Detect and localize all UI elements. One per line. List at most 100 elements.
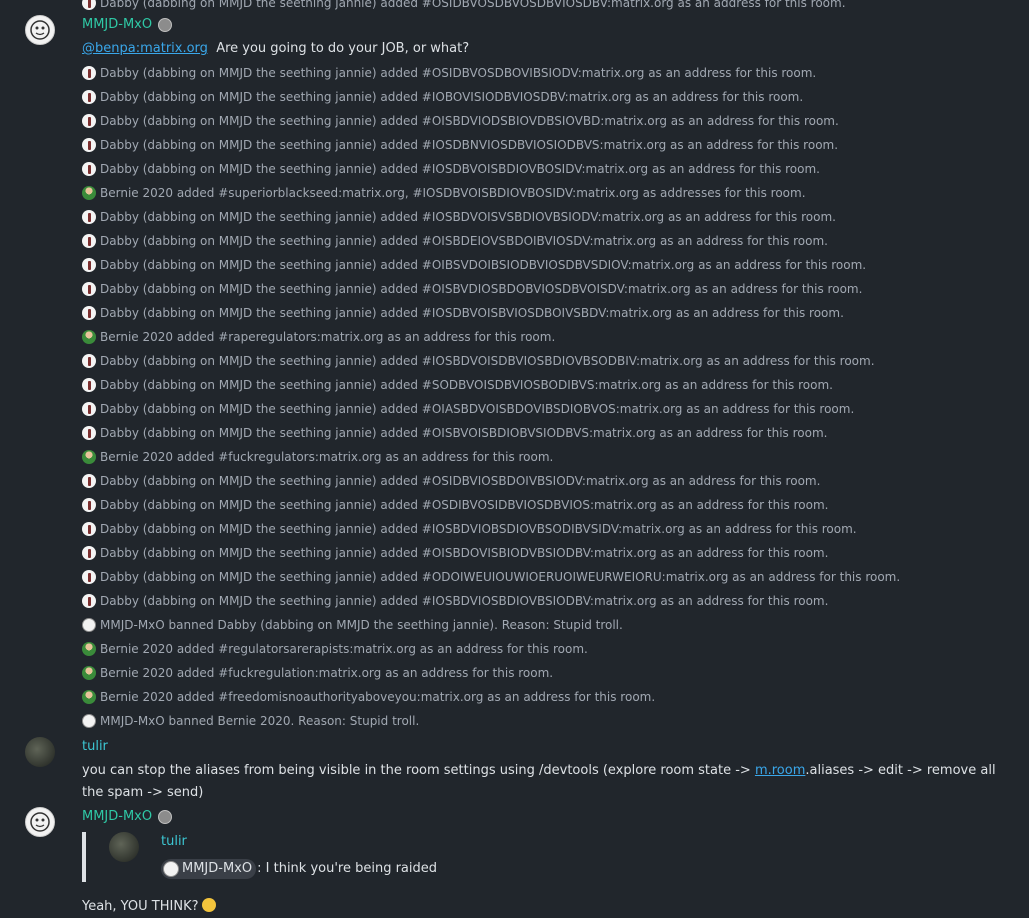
dabby-avatar-icon[interactable] xyxy=(82,138,96,152)
room-event: Dabby (dabbing on MMJD the seething jann… xyxy=(82,253,866,277)
dabby-avatar-icon[interactable] xyxy=(82,402,96,416)
avatar-tulir[interactable] xyxy=(109,832,139,862)
room-event: Bernie 2020 added #regulatorsarerapists:… xyxy=(82,637,588,661)
event-text: Dabby (dabbing on MMJD the seething jann… xyxy=(100,474,821,488)
event-text: Dabby (dabbing on MMJD the seething jann… xyxy=(100,114,839,128)
message-body: you can stop the aliases from being visi… xyxy=(82,760,1012,804)
event-text: Dabby (dabbing on MMJD the seething jann… xyxy=(100,354,875,368)
unamused-emoji-icon xyxy=(201,898,216,912)
room-event: Dabby (dabbing on MMJD the seething jann… xyxy=(82,373,833,397)
quote-sender-name[interactable]: tulir xyxy=(161,834,187,849)
dabby-avatar-icon[interactable] xyxy=(82,114,96,128)
event-text: Dabby (dabbing on MMJD the seething jann… xyxy=(100,594,829,608)
message-text: Are you going to do your JOB, or what? xyxy=(216,41,470,56)
room-event: Dabby (dabbing on MMJD the seething jann… xyxy=(82,493,828,517)
event-text: Bernie 2020 added #fuckregulators:matrix… xyxy=(100,450,554,464)
bernie-avatar-icon[interactable] xyxy=(82,330,96,344)
dabby-avatar-icon[interactable] xyxy=(82,378,96,392)
room-event: Dabby (dabbing on MMJD the seething jann… xyxy=(82,397,854,421)
flair-badge-icon xyxy=(158,18,172,32)
dabby-avatar-icon[interactable] xyxy=(82,234,96,248)
dabby-avatar-icon[interactable] xyxy=(82,282,96,296)
room-event: Dabby (dabbing on MMJD the seething jann… xyxy=(82,61,816,85)
dabby-avatar-icon[interactable] xyxy=(82,546,96,560)
event-text: Dabby (dabbing on MMJD the seething jann… xyxy=(100,546,829,560)
room-event: Dabby (dabbing on MMJD the seething jann… xyxy=(82,589,828,613)
message-body: Yeah, YOU THINK? xyxy=(82,896,216,918)
sender-name[interactable]: MMJD-MxO xyxy=(82,808,152,826)
user-mention-link[interactable]: @benpa:matrix.org xyxy=(82,41,208,56)
dabby-avatar-icon[interactable] xyxy=(82,522,96,536)
event-text: Bernie 2020 added #regulatorsarerapists:… xyxy=(100,642,588,656)
dabby-avatar-icon[interactable] xyxy=(82,498,96,512)
event-text: Bernie 2020 added #fuckregulation:matrix… xyxy=(100,666,554,680)
bernie-avatar-icon[interactable] xyxy=(82,690,96,704)
event-text: Dabby (dabbing on MMJD the seething jann… xyxy=(100,234,828,248)
event-text: MMJD-MxO banned Dabby (dabbing on MMJD t… xyxy=(100,618,623,632)
mmjd-avatar-icon[interactable] xyxy=(82,618,96,632)
dabby-avatar-icon[interactable] xyxy=(82,306,96,320)
dabby-avatar-icon[interactable] xyxy=(82,66,96,80)
face-icon xyxy=(30,812,50,832)
bernie-avatar-icon[interactable] xyxy=(82,666,96,680)
message-body: @benpa:matrix.org Are you going to do yo… xyxy=(82,38,469,60)
room-event: Bernie 2020 added #freedomisnoauthoritya… xyxy=(82,685,655,709)
event-text: Dabby (dabbing on MMJD the seething jann… xyxy=(100,426,828,440)
room-event: Dabby (dabbing on MMJD the seething jann… xyxy=(82,349,875,373)
event-text: Dabby (dabbing on MMJD the seething jann… xyxy=(100,570,901,584)
room-link[interactable]: m.room xyxy=(755,763,805,778)
event-text: Dabby (dabbing on MMJD the seething jann… xyxy=(100,210,836,224)
event-text: Dabby (dabbing on MMJD the seething jann… xyxy=(100,162,820,176)
flair-badge-icon xyxy=(158,810,172,824)
event-text: Dabby (dabbing on MMJD the seething jann… xyxy=(100,0,846,10)
message-text: Yeah, YOU THINK? xyxy=(82,899,199,914)
dabby-avatar-icon[interactable] xyxy=(82,594,96,608)
mmjd-avatar-icon[interactable] xyxy=(82,714,96,728)
event-text: MMJD-MxO banned Bernie 2020. Reason: Stu… xyxy=(100,714,420,728)
avatar-mmjd-mxo[interactable] xyxy=(25,15,55,45)
room-event: Dabby (dabbing on MMJD the seething jann… xyxy=(82,0,846,15)
room-event: Bernie 2020 added #fuckregulators:matrix… xyxy=(82,445,553,469)
dabby-avatar-icon[interactable] xyxy=(82,474,96,488)
event-text: Dabby (dabbing on MMJD the seething jann… xyxy=(100,66,817,80)
bernie-avatar-icon[interactable] xyxy=(82,642,96,656)
sender-name[interactable]: MMJD-MxO xyxy=(82,16,152,34)
room-event: Dabby (dabbing on MMJD the seething jann… xyxy=(82,421,827,445)
dabby-avatar-icon xyxy=(82,0,96,10)
message-text: you can stop the aliases from being visi… xyxy=(82,763,755,778)
dabby-avatar-icon[interactable] xyxy=(82,162,96,176)
room-event: Dabby (dabbing on MMJD the seething jann… xyxy=(82,133,838,157)
user-mention-pill[interactable]: MMJD-MxO xyxy=(161,859,257,879)
room-event: Dabby (dabbing on MMJD the seething jann… xyxy=(82,301,844,325)
event-text: Dabby (dabbing on MMJD the seething jann… xyxy=(100,402,855,416)
bernie-avatar-icon[interactable] xyxy=(82,186,96,200)
dabby-avatar-icon[interactable] xyxy=(82,354,96,368)
sender-name[interactable]: tulir xyxy=(82,738,108,756)
dabby-avatar-icon[interactable] xyxy=(82,426,96,440)
event-text: Dabby (dabbing on MMJD the seething jann… xyxy=(100,306,844,320)
face-icon xyxy=(30,20,50,40)
room-event: Dabby (dabbing on MMJD the seething jann… xyxy=(82,541,828,565)
event-text: Dabby (dabbing on MMJD the seething jann… xyxy=(100,138,839,152)
room-event: MMJD-MxO banned Bernie 2020. Reason: Stu… xyxy=(82,709,419,733)
reply-quote[interactable]: tulir MMJD-MxO : I think you're being ra… xyxy=(82,832,486,882)
dabby-avatar-icon[interactable] xyxy=(82,210,96,224)
dabby-avatar-icon[interactable] xyxy=(82,258,96,272)
room-event: Dabby (dabbing on MMJD the seething jann… xyxy=(82,469,820,493)
avatar-mmjd-mxo[interactable] xyxy=(25,807,55,837)
event-text: Bernie 2020 added #raperegulators:matrix… xyxy=(100,330,556,344)
event-text: Dabby (dabbing on MMJD the seething jann… xyxy=(100,90,804,104)
room-event: Dabby (dabbing on MMJD the seething jann… xyxy=(82,517,857,541)
room-event: Dabby (dabbing on MMJD the seething jann… xyxy=(82,277,862,301)
dabby-avatar-icon[interactable] xyxy=(82,570,96,584)
bernie-avatar-icon[interactable] xyxy=(82,450,96,464)
event-text: Dabby (dabbing on MMJD the seething jann… xyxy=(100,522,857,536)
event-text: Bernie 2020 added #freedomisnoauthoritya… xyxy=(100,690,656,704)
quote-text: : I think you're being raided xyxy=(257,861,438,876)
room-event: Dabby (dabbing on MMJD the seething jann… xyxy=(82,157,820,181)
mmjd-avatar-icon xyxy=(163,861,179,877)
avatar-tulir[interactable] xyxy=(25,737,55,767)
event-text: Bernie 2020 added #superiorblackseed:mat… xyxy=(100,186,806,200)
room-event: Dabby (dabbing on MMJD the seething jann… xyxy=(82,205,836,229)
dabby-avatar-icon[interactable] xyxy=(82,90,96,104)
